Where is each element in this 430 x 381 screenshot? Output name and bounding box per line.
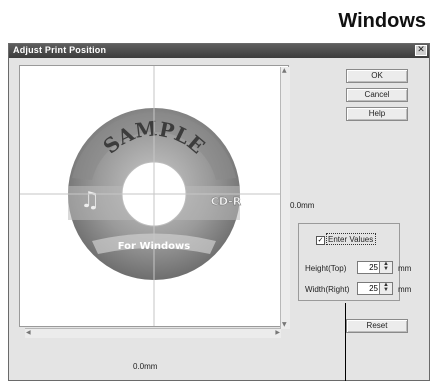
width-spin-arrows-icon[interactable]: ▲ ▼ <box>379 282 392 294</box>
horizontal-offset-readout: 0.0mm <box>133 362 158 371</box>
help-button[interactable]: Help <box>346 107 408 121</box>
ok-button[interactable]: OK <box>346 69 408 83</box>
print-preview-area[interactable]: SAMPLE For Windows CD-R ♫ <box>19 65 289 327</box>
width-label: Width(Right) <box>305 285 350 294</box>
arrow-down-icon[interactable]: ▼ <box>282 322 287 328</box>
height-unit: mm <box>398 264 412 273</box>
cancel-button[interactable]: Cancel <box>346 88 408 102</box>
enter-values-label: Enter Values <box>328 235 374 244</box>
disc-right-text: CD-R <box>211 195 242 208</box>
page-heading: Windows <box>338 10 426 32</box>
disc-preview: SAMPLE For Windows CD-R ♫ <box>20 66 288 326</box>
music-note-icon: ♫ <box>80 188 100 213</box>
arrow-right-icon[interactable]: ▶ <box>275 330 280 336</box>
arrow-left-icon[interactable]: ◀ <box>26 330 31 336</box>
height-value: 25 <box>369 263 378 272</box>
close-button[interactable]: ✕ <box>415 45 427 56</box>
callout-pointer-line <box>345 303 346 381</box>
width-input[interactable]: 25 ▲ ▼ <box>357 282 393 295</box>
height-spin-arrows-icon[interactable]: ▲ ▼ <box>379 261 392 273</box>
height-input[interactable]: 25 ▲ ▼ <box>357 261 393 274</box>
vertical-offset-readout: 0.0mm <box>290 201 315 210</box>
width-value: 25 <box>369 284 378 293</box>
checkmark-icon: ✓ <box>317 236 324 244</box>
title-bar: Adjust Print Position ✕ <box>9 44 429 58</box>
height-label: Height(Top) <box>305 264 347 273</box>
horizontal-scrollbar[interactable]: ◀ ▶ <box>25 328 281 338</box>
reset-button[interactable]: Reset <box>346 319 408 333</box>
dialog-title: Adjust Print Position <box>13 45 107 55</box>
enter-values-checkbox[interactable]: ✓ <box>316 236 325 245</box>
close-icon: ✕ <box>417 45 425 55</box>
vertical-scrollbar[interactable]: ▲ ▼ <box>280 67 290 329</box>
arrow-up-icon[interactable]: ▲ <box>282 68 287 74</box>
width-unit: mm <box>398 285 412 294</box>
